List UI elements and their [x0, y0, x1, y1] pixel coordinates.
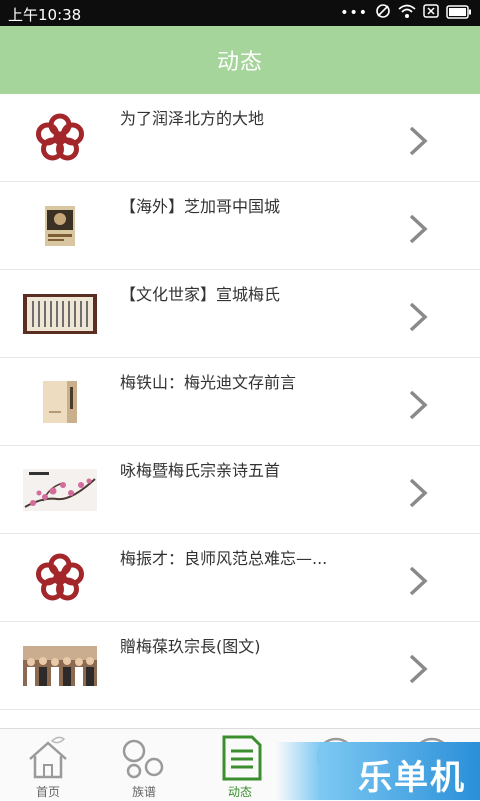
- list-item[interactable]: 为了润泽北方的大地: [0, 94, 480, 182]
- list-item[interactable]: 【文化世家】宣城梅氏: [0, 270, 480, 358]
- status-time: 上午10:38: [8, 6, 82, 24]
- book-cover-photo: [22, 376, 98, 428]
- list-item[interactable]: 【海外】芝加哥中国城: [0, 182, 480, 270]
- list-item-title: 【海外】芝加哥中国城: [120, 197, 281, 216]
- tab-label: 族谱: [131, 785, 156, 799]
- chevron-right-icon: [405, 388, 431, 422]
- wifi-icon: [398, 3, 416, 23]
- calligraphy-scroll-photo: [22, 288, 98, 340]
- chevron-right-icon: [405, 212, 431, 246]
- home-icon: [24, 735, 72, 781]
- list-item[interactable]: 贈梅葆玖宗長(图文): [0, 622, 480, 710]
- list-item-title: 【文化世家】宣城梅氏: [120, 285, 281, 304]
- page-title-bar: 动态: [0, 26, 480, 94]
- tab-home[interactable]: 首页: [0, 729, 96, 801]
- chevron-right-icon: [405, 124, 431, 158]
- list-item[interactable]: 咏梅暨梅氏宗亲诗五首: [0, 446, 480, 534]
- tab-label: 动态: [227, 785, 252, 799]
- list-item-title: 梅铁山：梅光迪文存前言: [120, 373, 297, 392]
- tab-news[interactable]: 动态: [192, 729, 288, 801]
- watermark-banner: 乐单机: [276, 742, 480, 800]
- list-item-title: 贈梅葆玖宗長(图文): [120, 637, 261, 656]
- watermark-text: 乐单机: [358, 758, 466, 798]
- chevron-right-icon: [405, 300, 431, 334]
- group-photo: [22, 640, 98, 692]
- tab-label: 首页: [35, 785, 60, 799]
- tab-genealogy[interactable]: 族谱: [96, 729, 192, 801]
- no-sim-icon: [375, 3, 391, 23]
- chevron-right-icon: [405, 476, 431, 510]
- plum-painting-photo: [22, 464, 98, 516]
- status-icons: •••: [340, 3, 472, 23]
- news-icon: [216, 735, 264, 781]
- signal-dots-icon: •••: [340, 5, 368, 21]
- news-list: 为了润泽北方的大地 【海外】芝加哥中国城 【文化世家】宣城梅氏 梅铁山：梅光迪文…: [0, 94, 480, 728]
- battery-icon: [446, 4, 472, 23]
- list-item[interactable]: 梅振才：良师风范总难忘—...: [0, 534, 480, 622]
- list-item-title: 咏梅暨梅氏宗亲诗五首: [120, 461, 281, 480]
- chevron-right-icon: [405, 564, 431, 598]
- status-bar: 上午10:38 •••: [0, 0, 480, 26]
- list-item[interactable]: 梅铁山：梅光迪文存前言: [0, 358, 480, 446]
- genealogy-icon: [120, 735, 168, 781]
- list-item-title: 梅振才：良师风范总难忘—...: [120, 549, 328, 568]
- plum-blossom-logo: [22, 552, 98, 604]
- book-cover-photo: [22, 200, 98, 252]
- close-box-icon: [423, 3, 439, 23]
- plum-blossom-logo: [22, 112, 98, 164]
- page-title: 动态: [216, 50, 263, 75]
- chevron-right-icon: [405, 652, 431, 686]
- list-item-title: 为了润泽北方的大地: [120, 109, 265, 128]
